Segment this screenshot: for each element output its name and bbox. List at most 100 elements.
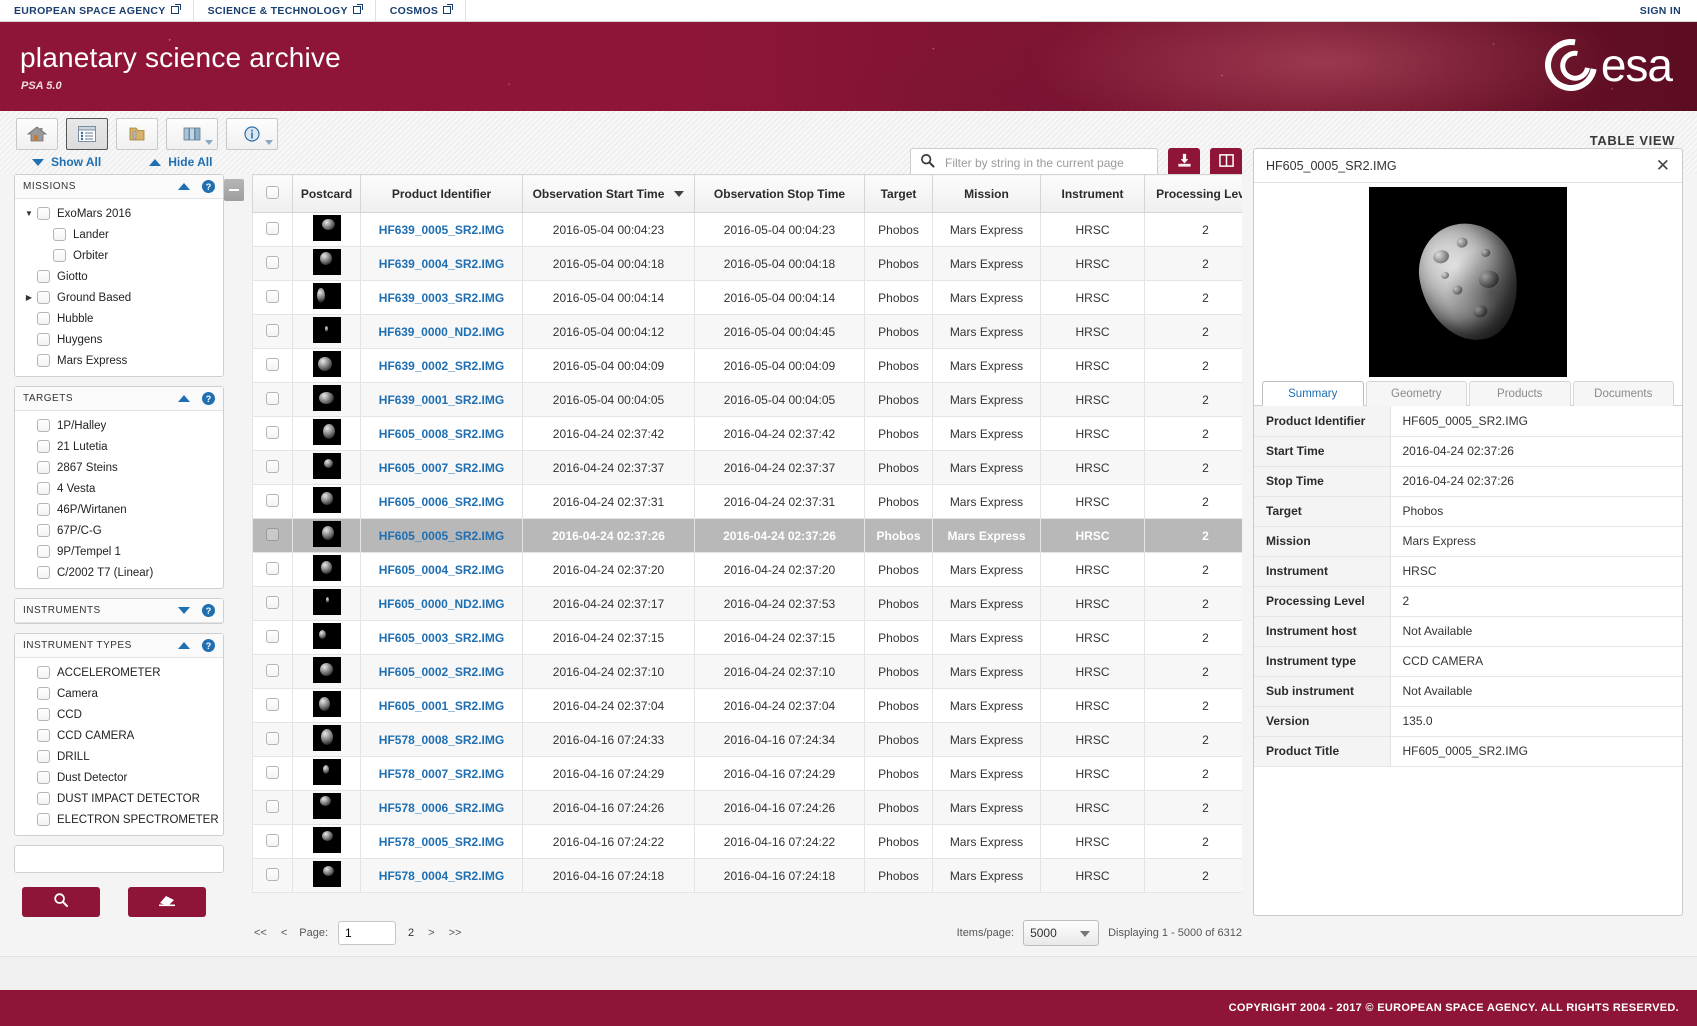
facet-checkbox[interactable] [37,440,50,453]
show-all-button[interactable]: Show All [32,155,101,169]
cell-product-identifier[interactable]: HF578_0006_SR2.IMG [361,791,523,825]
row-checkbox-cell[interactable] [253,485,293,519]
row-checkbox-cell[interactable] [253,281,293,315]
facet-checkbox[interactable] [37,792,50,805]
table-row[interactable]: HF605_0008_SR2.IMG2016-04-24 02:37:42201… [253,417,1243,451]
row-checkbox[interactable] [266,834,279,847]
row-checkbox-cell[interactable] [253,349,293,383]
table-row[interactable]: HF578_0005_SR2.IMG2016-04-16 07:24:22201… [253,825,1243,859]
table-row[interactable]: HF605_0002_SR2.IMG2016-04-24 02:37:10201… [253,655,1243,689]
facet-option[interactable]: ELECTRON SPECTROMETER [15,809,223,830]
column-header-target[interactable]: Target [865,175,933,213]
facet-header[interactable]: TARGETS? [15,387,223,411]
row-checkbox-cell[interactable] [253,451,293,485]
row-checkbox-cell[interactable] [253,417,293,451]
facet-checkbox[interactable] [37,482,50,495]
chevron-up-icon[interactable] [178,395,190,402]
column-header-mission[interactable]: Mission [933,175,1041,213]
facet-option[interactable]: ACCELEROMETER [15,662,223,683]
facet-checkbox[interactable] [37,813,50,826]
facet-checkbox[interactable] [37,566,50,579]
row-checkbox[interactable] [266,596,279,609]
search-submit-button[interactable] [22,887,100,917]
topnav-item-esa[interactable]: EUROPEAN SPACE AGENCY [0,0,194,21]
product-identifier-link[interactable]: HF578_0004_SR2.IMG [379,869,504,883]
detail-tab-summary[interactable]: Summary [1262,381,1364,406]
cell-product-identifier[interactable]: HF639_0005_SR2.IMG [361,213,523,247]
cell-product-identifier[interactable]: HF639_0003_SR2.IMG [361,281,523,315]
cell-product-identifier[interactable]: HF605_0003_SR2.IMG [361,621,523,655]
cell-product-identifier[interactable]: HF605_0005_SR2.IMG [361,519,523,553]
row-checkbox-cell[interactable] [253,621,293,655]
row-checkbox[interactable] [266,358,279,371]
hide-all-button[interactable]: Hide All [149,155,212,169]
row-checkbox-cell[interactable] [253,587,293,621]
table-row[interactable]: HF639_0000_ND2.IMG2016-05-04 00:04:12201… [253,315,1243,349]
page-next-button[interactable]: > [426,927,436,939]
cell-product-identifier[interactable]: HF578_0004_SR2.IMG [361,859,523,893]
facet-option[interactable]: DRILL [15,746,223,767]
row-checkbox-cell[interactable] [253,723,293,757]
row-checkbox-cell[interactable] [253,519,293,553]
row-checkbox-cell[interactable] [253,213,293,247]
facet-option[interactable]: Mars Express [15,350,223,371]
row-checkbox[interactable] [266,290,279,303]
facet-option[interactable]: ExoMars 2016 [15,203,223,224]
table-view-button[interactable] [66,118,108,150]
page-prev-button[interactable]: < [279,927,289,939]
product-identifier-link[interactable]: HF578_0005_SR2.IMG [379,835,504,849]
datasets-button[interactable] [166,118,218,150]
cell-product-identifier[interactable]: HF605_0008_SR2.IMG [361,417,523,451]
table-row[interactable]: HF605_0000_ND2.IMG2016-04-24 02:37:17201… [253,587,1243,621]
facet-checkbox[interactable] [37,545,50,558]
table-row[interactable]: HF605_0005_SR2.IMG2016-04-24 02:37:26201… [253,519,1243,553]
table-row[interactable]: HF578_0006_SR2.IMG2016-04-16 07:24:26201… [253,791,1243,825]
facet-option[interactable]: 1P/Halley [15,415,223,436]
twisty-expanded-icon[interactable] [23,209,35,218]
detail-tab-geometry[interactable]: Geometry [1366,381,1468,406]
product-identifier-link[interactable]: HF578_0007_SR2.IMG [379,767,504,781]
cell-product-identifier[interactable]: HF605_0004_SR2.IMG [361,553,523,587]
column-header-instrument[interactable]: Instrument [1041,175,1145,213]
facet-checkbox[interactable] [37,708,50,721]
cell-product-identifier[interactable]: HF639_0000_ND2.IMG [361,315,523,349]
facet-checkbox[interactable] [37,750,50,763]
close-icon[interactable]: ✕ [1656,157,1670,174]
row-checkbox[interactable] [266,256,279,269]
row-checkbox[interactable] [266,698,279,711]
facet-checkbox[interactable] [37,333,50,346]
product-identifier-link[interactable]: HF639_0002_SR2.IMG [379,359,504,373]
facet-option[interactable]: 4 Vesta [15,478,223,499]
product-identifier-link[interactable]: HF578_0008_SR2.IMG [379,733,504,747]
row-checkbox-cell[interactable] [253,859,293,893]
row-checkbox[interactable] [266,664,279,677]
row-checkbox[interactable] [266,324,279,337]
table-row[interactable]: HF639_0004_SR2.IMG2016-05-04 00:04:18201… [253,247,1243,281]
table-row[interactable]: HF605_0006_SR2.IMG2016-04-24 02:37:31201… [253,485,1243,519]
product-identifier-link[interactable]: HF605_0005_SR2.IMG [379,529,504,543]
product-identifier-link[interactable]: HF639_0003_SR2.IMG [379,291,504,305]
cell-product-identifier[interactable]: HF578_0008_SR2.IMG [361,723,523,757]
facet-option[interactable]: Giotto [15,266,223,287]
facet-checkbox[interactable] [37,419,50,432]
facet-option[interactable]: 46P/Wirtanen [15,499,223,520]
facet-checkbox[interactable] [37,771,50,784]
sort-descending-icon[interactable] [674,191,684,197]
facet-checkbox[interactable] [37,207,50,220]
sign-in-link[interactable]: SIGN IN [1624,0,1697,21]
facet-option[interactable]: 21 Lutetia [15,436,223,457]
cell-product-identifier[interactable]: HF605_0006_SR2.IMG [361,485,523,519]
table-row[interactable]: HF578_0008_SR2.IMG2016-04-16 07:24:33201… [253,723,1243,757]
row-checkbox-cell[interactable] [253,315,293,349]
chevron-up-icon[interactable] [178,642,190,649]
chevron-up-icon[interactable] [178,183,190,190]
facet-checkbox[interactable] [37,291,50,304]
facet-checkbox[interactable] [37,666,50,679]
help-icon[interactable]: ? [202,392,215,405]
facet-option[interactable]: 9P/Tempel 1 [15,541,223,562]
cell-product-identifier[interactable]: HF639_0004_SR2.IMG [361,247,523,281]
facet-checkbox[interactable] [37,270,50,283]
row-checkbox[interactable] [266,630,279,643]
detail-tab-products[interactable]: Products [1469,381,1571,406]
search-input[interactable] [943,155,1148,171]
